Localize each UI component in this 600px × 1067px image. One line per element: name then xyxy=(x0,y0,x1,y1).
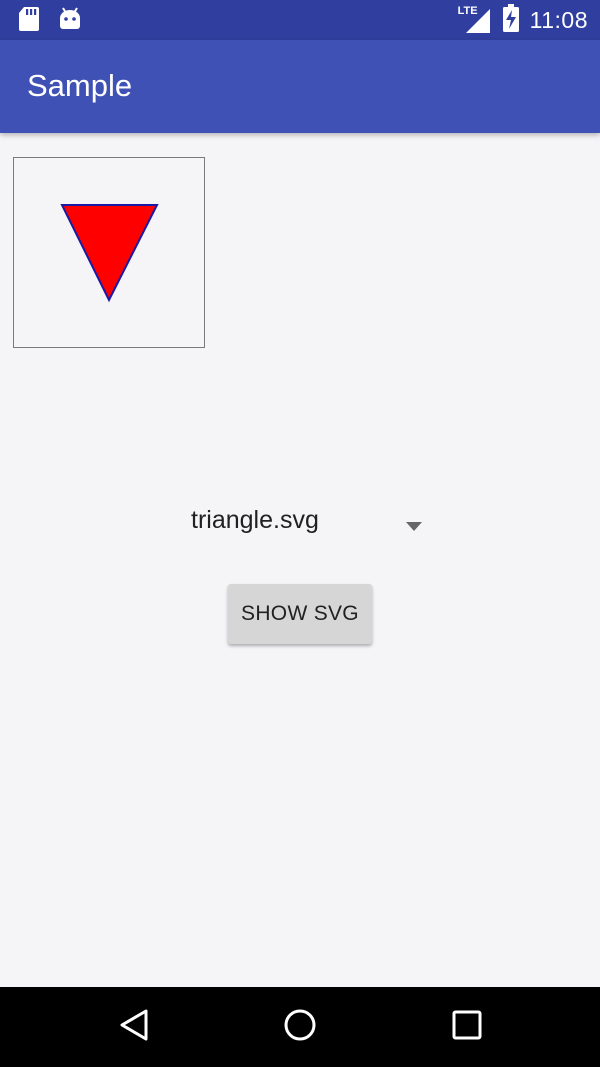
triangle-shape xyxy=(60,204,159,303)
show-svg-button[interactable]: SHOW SVG xyxy=(228,584,372,644)
lte-signal-icon: LTE xyxy=(458,5,492,35)
svg-preview xyxy=(13,157,205,348)
app-bar: Sample xyxy=(0,40,600,133)
navigation-bar xyxy=(0,987,600,1067)
clock: 11:08 xyxy=(529,6,588,33)
android-icon xyxy=(58,6,82,36)
recents-button[interactable] xyxy=(451,1007,483,1047)
status-bar: LTE 11:08 xyxy=(0,0,600,40)
back-button[interactable] xyxy=(117,1007,151,1047)
spinner-selected-value: triangle.svg xyxy=(191,506,319,534)
dropdown-arrow-icon xyxy=(406,516,422,535)
battery-charging-icon xyxy=(502,4,520,36)
home-button[interactable] xyxy=(283,1007,317,1047)
sd-card-icon xyxy=(18,6,40,36)
file-spinner[interactable]: triangle.svg xyxy=(180,496,430,546)
app-title: Sample xyxy=(27,68,133,103)
